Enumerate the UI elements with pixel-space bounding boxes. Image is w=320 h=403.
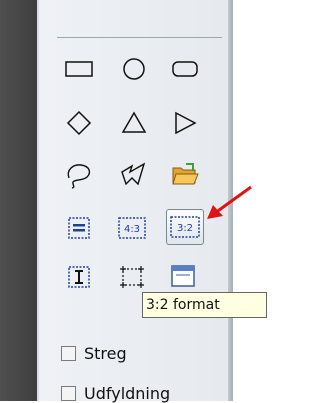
format-4-3-icon: 4:3 [118,217,146,239]
right-triangle-icon [175,111,197,135]
format-3-2-button[interactable]: 3:2 [166,209,204,245]
freeform-lasso-icon [67,164,91,189]
full-width-format-button[interactable] [62,211,96,245]
text-cursor-icon [68,266,90,288]
freeform-polygon-icon [121,162,146,186]
tooltip: 3:2 format [142,292,267,318]
rounded-rectangle-tool-button[interactable] [168,52,202,86]
format-3-2-label: 3:2 [177,223,193,234]
window-icon [171,265,195,287]
open-folder-icon [172,163,199,185]
separator [57,37,222,38]
text-tool-button[interactable] [62,260,96,294]
format-4-3-button[interactable]: 4:3 [115,211,149,245]
rectangle-tool-button[interactable] [62,52,96,86]
format-4-3-label: 4:3 [124,224,140,235]
rounded-rectangle-icon [172,61,198,77]
red-arrow-annotation [207,185,252,219]
window-tool-button[interactable] [166,260,200,294]
fill-checkbox[interactable] [61,385,76,401]
fill-label: Udfyldning [84,383,171,403]
dotted-selection-icon [120,266,144,288]
stroke-option[interactable]: Streg [61,343,127,363]
stroke-label: Streg [84,343,127,363]
dotted-selection-tool-button[interactable] [115,260,149,294]
full-width-format-icon [68,217,90,239]
format-3-2-icon: 3:2 [170,216,200,238]
freeform-polygon-tool-button[interactable] [117,158,151,192]
right-triangle-tool-button[interactable] [168,106,202,140]
diamond-tool-button[interactable] [62,106,96,140]
stroke-checkbox[interactable] [61,345,76,361]
freeform-lasso-tool-button[interactable] [62,158,96,192]
triangle-tool-button[interactable] [117,106,151,140]
ellipse-icon [123,58,145,80]
fill-option[interactable]: Udfyldning [61,383,170,403]
rectangle-icon [65,61,93,77]
triangle-icon [121,111,147,133]
left-dark-strip [0,0,37,401]
ellipse-tool-button[interactable] [117,52,151,86]
open-folder-button[interactable] [168,158,202,192]
diamond-icon [66,110,92,136]
